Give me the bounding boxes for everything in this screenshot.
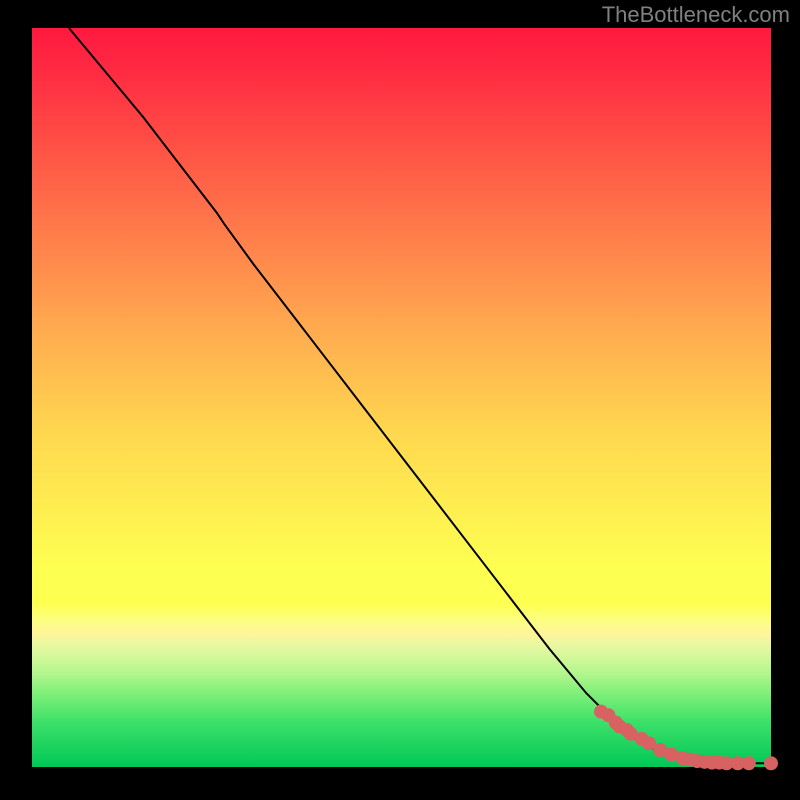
curve-line [69,28,771,763]
chart-frame: TheBottleneck.com [0,0,800,800]
plot-svg [32,28,771,767]
data-point [764,756,778,770]
attribution-text: TheBottleneck.com [602,2,790,28]
scatter-points [594,705,778,771]
data-point [742,756,756,770]
